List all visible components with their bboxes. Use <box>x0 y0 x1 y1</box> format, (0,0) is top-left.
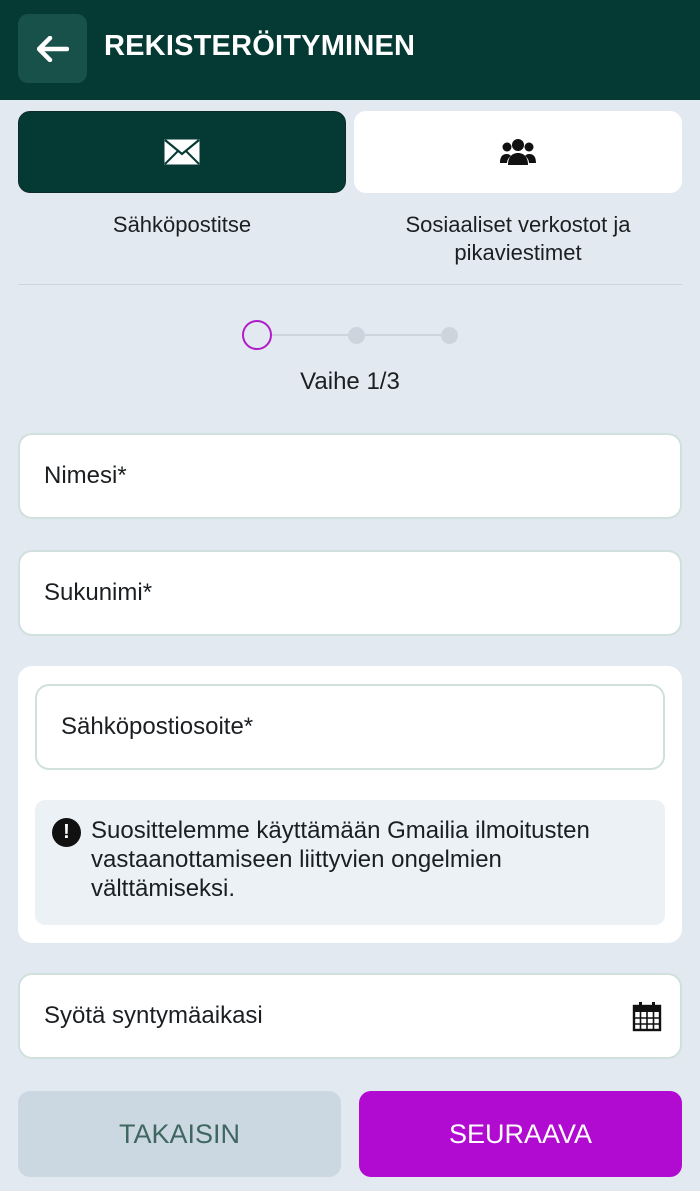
first-name-field[interactable]: Nimesi* <box>18 433 682 519</box>
back-button[interactable]: TAKAISIN <box>18 1091 341 1177</box>
page-title: REKISTERÖITYMINEN <box>104 30 416 62</box>
divider <box>18 284 682 285</box>
exclamation-icon: ! <box>52 818 81 847</box>
method-email-button[interactable] <box>18 111 346 193</box>
calendar-icon[interactable] <box>632 1001 662 1032</box>
gmail-notice: ! Suosittelemme käyttämään Gmailia ilmoi… <box>35 800 665 925</box>
notice-text: Suosittelemme käyttämään Gmailia ilmoitu… <box>91 817 590 902</box>
back-arrow-button[interactable] <box>18 14 87 83</box>
birthdate-field[interactable]: Syötä syntymäaikasi <box>18 973 682 1059</box>
last-name-field[interactable]: Sukunimi* <box>18 550 682 636</box>
birthdate-placeholder: Syötä syntymäaikasi <box>44 1002 263 1029</box>
email-placeholder: Sähköpostiosoite* <box>61 713 254 740</box>
email-field[interactable]: Sähköpostiosoite* <box>35 684 665 770</box>
method-social-label: Sosiaaliset verkostot ja pikaviestimet <box>405 212 631 265</box>
step-connector <box>365 334 441 336</box>
users-icon <box>500 139 536 165</box>
first-name-placeholder: Nimesi* <box>44 462 127 489</box>
email-card: Sähköpostiosoite* ! Suosittelemme käyttä… <box>18 666 682 943</box>
envelope-icon <box>164 139 200 165</box>
step-connector <box>272 334 348 336</box>
arrow-left-icon <box>36 35 69 62</box>
next-button[interactable]: SEURAAVA <box>359 1091 682 1177</box>
method-social-button[interactable] <box>354 111 682 193</box>
step-indicator <box>0 318 700 352</box>
last-name-placeholder: Sukunimi* <box>44 579 153 606</box>
step-3-dot <box>441 327 458 344</box>
step-2-dot <box>348 327 365 344</box>
step-1-dot <box>242 320 272 350</box>
step-counter: Vaihe 1/3 <box>300 368 400 395</box>
method-email-label: Sähköpostitse <box>112 212 252 237</box>
top-app-bar: REKISTERÖITYMINEN <box>0 0 700 100</box>
